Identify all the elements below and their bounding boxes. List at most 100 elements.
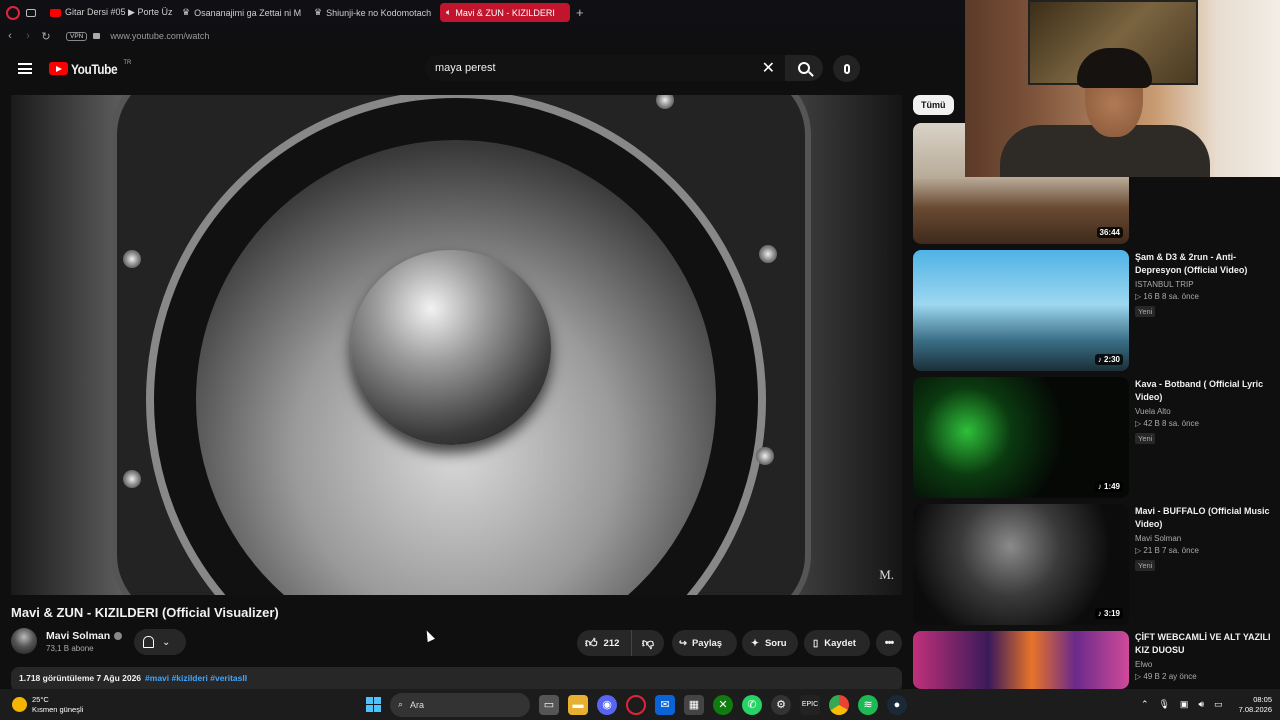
microphone-icon[interactable]: 🎙︎	[1158, 699, 1169, 710]
tab-islands-icon[interactable]	[26, 8, 36, 17]
thumbs-down-icon: 👎︎	[641, 635, 655, 650]
tab-label: Gitar Dersi #05 ▶ Porte Üz	[65, 7, 173, 17]
suggestion-thumbnail[interactable]: ♪ 2:30	[913, 250, 1129, 371]
tab-mavi-zun[interactable]: 🔈︎ Mavi & ZUN - KIZILDERI	[440, 3, 570, 22]
chevron-up-icon[interactable]: ⌃	[1141, 699, 1149, 710]
suggestion-thumbnail[interactable]	[913, 631, 1129, 689]
suggestion-meta: ▷ 49 B 2 ay önce	[1135, 672, 1197, 681]
watermark: M.	[879, 567, 894, 582]
opera-icon[interactable]	[626, 694, 646, 715]
crown-icon: ♛	[314, 7, 323, 17]
spotify-icon[interactable]: ≋	[858, 694, 878, 715]
speaker-dome	[351, 250, 551, 445]
hashtags[interactable]: #mavi #kizilderi #veritasII	[145, 673, 247, 683]
file-explorer-icon[interactable]: ▬	[568, 694, 588, 715]
channel-name[interactable]: Mavi Solman	[46, 630, 110, 642]
weather-widget[interactable]: 25°C Kısmen güneşli	[12, 695, 83, 715]
like-dislike-group: 👍︎ 212 👎︎	[577, 630, 664, 656]
subscription-bell-button[interactable]: ⌄	[134, 629, 186, 655]
suggestion-info[interactable]: ÇİFT WEBCAMLİ VE ALT YAZILI KIZ DUOSU El…	[1135, 631, 1275, 681]
search-label: Ara	[410, 699, 425, 710]
taskbar-search[interactable]: ⌕ Ara	[390, 692, 530, 717]
steam-icon[interactable]: ●	[887, 694, 907, 715]
filter-chip-all[interactable]: Tümü	[913, 95, 954, 115]
weather-text: Kısmen güneşli	[32, 704, 84, 714]
forward-icon[interactable]: ›	[20, 30, 36, 42]
volume-icon[interactable]: 🔊︎	[1198, 699, 1204, 710]
start-button[interactable]	[366, 697, 381, 712]
tab-osananajimi[interactable]: ♛ Osananajimi ga Zettai ni M	[176, 3, 306, 22]
clear-icon[interactable]: ✕	[762, 58, 775, 78]
settings-icon[interactable]: ⚙	[771, 694, 791, 715]
dislike-button[interactable]: 👎︎	[632, 636, 664, 651]
suggestion-title: Şam & D3 & 2run - Anti-Depresyon (Offici…	[1135, 252, 1248, 275]
suggestion-info[interactable]: Kava - Botband ( Official Lyric Video) V…	[1135, 378, 1275, 446]
search-input[interactable]	[435, 62, 755, 74]
weather-icon	[12, 697, 27, 712]
like-count: 212	[603, 637, 620, 649]
menu-icon[interactable]	[18, 61, 32, 77]
mouse-cursor	[423, 628, 435, 643]
save-label: Kaydet	[824, 637, 856, 649]
suggestion-info[interactable]: Şam & D3 & 2run - Anti-Depresyon (Offici…	[1135, 251, 1275, 319]
suggestion-title: Kava - Botband ( Official Lyric Video)	[1135, 379, 1264, 402]
bolt	[756, 447, 774, 465]
bolt	[759, 245, 777, 263]
search-icon: ⌕	[398, 699, 404, 709]
like-button[interactable]: 👍︎ 212	[577, 630, 632, 656]
youtube-icon	[50, 8, 61, 17]
vpn-badge[interactable]: VPN	[66, 31, 88, 41]
suggestion-channel: ISTANBUL TRIP	[1135, 280, 1194, 289]
microphone-icon	[843, 63, 850, 74]
ask-label: Soru	[764, 637, 787, 649]
more-actions-button[interactable]: •••	[876, 630, 902, 656]
discord-icon[interactable]: ◉	[597, 694, 617, 715]
new-tab-button[interactable]: +	[576, 5, 584, 20]
new-badge: Yeni	[1135, 306, 1156, 317]
youtube-logo[interactable]: YouTube TR	[49, 60, 131, 77]
lock-icon[interactable]	[93, 33, 101, 39]
suggestion-channel: Vuela Alto	[1135, 407, 1171, 416]
reload-icon[interactable]: ↻	[38, 30, 54, 43]
share-label: Paylaş	[691, 637, 723, 649]
suggestion-channel: Elwo	[1135, 660, 1153, 669]
suggestion-thumbnail[interactable]: ♪ 1:49	[913, 377, 1129, 498]
ask-button[interactable]: ✦ Soru	[742, 630, 798, 656]
xbox-icon[interactable]: ✕	[713, 694, 733, 715]
bolt	[123, 250, 141, 268]
bolt	[123, 470, 141, 488]
share-button[interactable]: ↪ Paylaş	[672, 630, 737, 656]
tab-shiunji[interactable]: ♛ Shiunji-ke no Kodomotach	[308, 3, 438, 22]
opera-logo-icon[interactable]	[6, 5, 20, 20]
clock[interactable]: 08:05 7.08.2026	[1239, 695, 1272, 715]
store-icon[interactable]: ▦	[684, 694, 704, 715]
video-player[interactable]: M.	[11, 95, 902, 595]
outlook-icon[interactable]: ✉	[655, 694, 675, 715]
suggestion-info[interactable]: Mavi - BUFFALO (Official Music Video) Ma…	[1135, 505, 1275, 573]
url-field[interactable]: www.youtube.com/watch	[110, 31, 209, 41]
epic-games-icon[interactable]: EPIC	[800, 694, 820, 715]
suggestion-title: Mavi - BUFFALO (Official Music Video)	[1135, 506, 1270, 529]
verified-icon	[114, 631, 123, 640]
video-title: Mavi & ZUN - KIZILDERI (Official Visuali…	[11, 605, 279, 620]
tab-gitar-dersi[interactable]: Gitar Dersi #05 ▶ Porte Üz	[44, 3, 174, 22]
tab-label: Shiunji-ke no Kodomotach	[326, 7, 432, 18]
webcam-overlay	[965, 0, 1280, 177]
tab-label: Mavi & ZUN - KIZILDERI	[455, 7, 555, 18]
suggestion-thumbnail[interactable]: ♪ 3:19	[913, 504, 1129, 625]
whatsapp-icon[interactable]: ✆	[742, 694, 762, 715]
back-icon[interactable]: ‹	[2, 30, 18, 42]
search-button[interactable]	[785, 55, 823, 81]
tab-label: Osananajimi ga Zettai ni M	[194, 7, 302, 18]
save-button[interactable]: ▯ Kaydet	[804, 630, 870, 656]
time: 08:05	[1253, 694, 1272, 704]
battery-icon[interactable]: ▭	[1214, 699, 1223, 710]
search-box: ✕	[425, 55, 785, 81]
network-icon[interactable]: ▣	[1180, 699, 1189, 710]
voice-search-button[interactable]	[833, 55, 860, 82]
channel-avatar[interactable]	[11, 628, 37, 654]
task-view-icon[interactable]: ▭	[539, 694, 559, 715]
chrome-icon[interactable]	[829, 694, 849, 715]
thumbs-up-icon: 👍︎	[585, 635, 598, 650]
taskbar-center: ⌕ Ara ▭ ▬ ◉ ✉ ▦ ✕ ✆ ⚙ EPIC ≋ ●	[366, 689, 907, 720]
